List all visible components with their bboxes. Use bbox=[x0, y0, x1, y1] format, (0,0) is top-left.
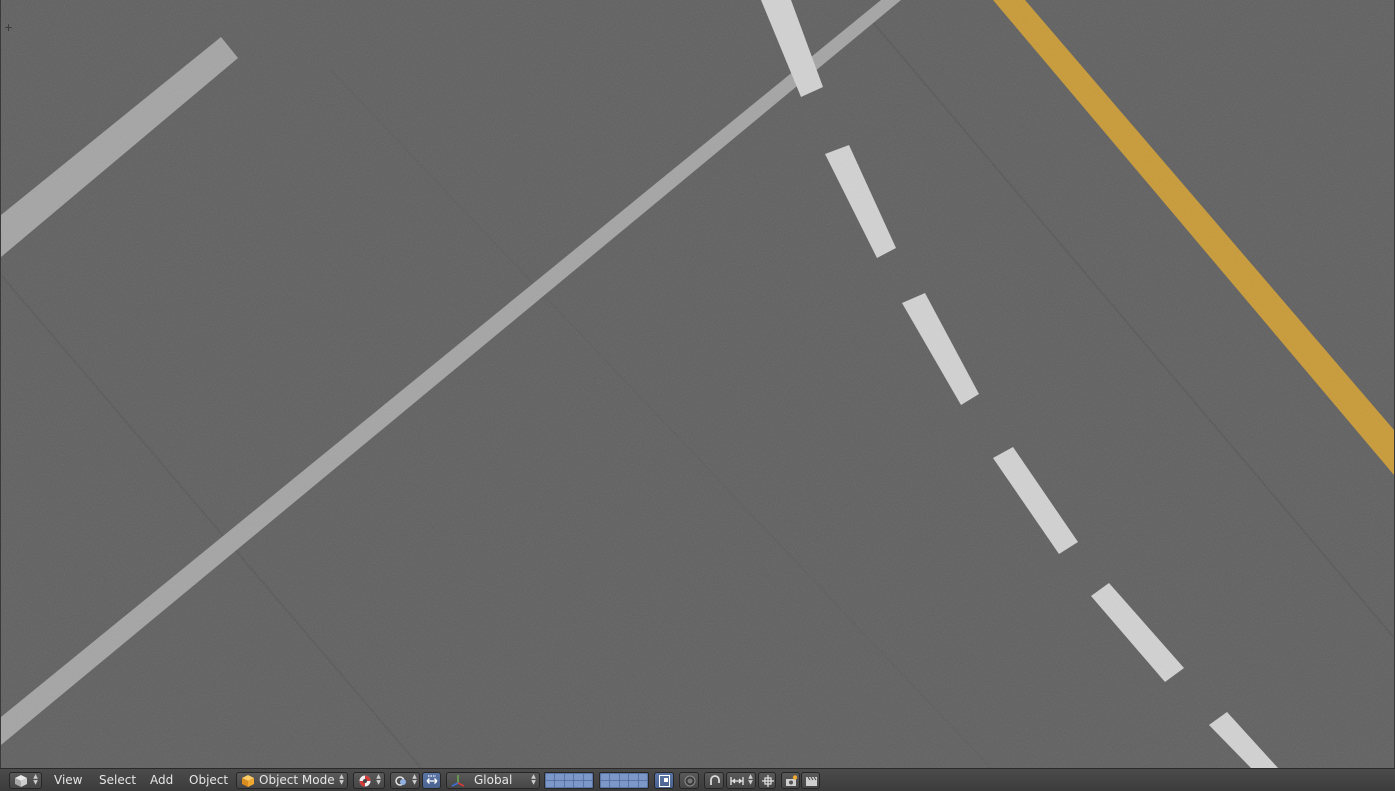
mode-selector[interactable]: Object Mode ▲ ▼ bbox=[236, 772, 348, 789]
updown-arrows-icon: ▲ ▼ bbox=[339, 773, 344, 786]
snap-target-icon bbox=[762, 775, 774, 787]
3d-viewport[interactable]: + bbox=[0, 0, 1395, 768]
mode-label: Object Mode bbox=[259, 773, 335, 787]
pivot-icon bbox=[395, 776, 406, 786]
camera-icon bbox=[786, 775, 798, 786]
viewport-canvas[interactable] bbox=[1, 0, 1395, 768]
magnet-icon bbox=[710, 775, 720, 785]
viewport-shading-selector[interactable]: ▲ ▼ bbox=[353, 772, 385, 789]
updown-arrows-icon: ▲ ▼ bbox=[412, 773, 417, 786]
updown-arrows-icon: ▲ ▼ bbox=[748, 773, 753, 786]
menu-add[interactable]: Add bbox=[150, 772, 173, 789]
circle-icon bbox=[684, 775, 696, 787]
3d-view-header: ▲ ▼ View Select Add Object Object Mode ▲ ▼… bbox=[0, 768, 1395, 791]
snap-toggle[interactable] bbox=[704, 772, 724, 789]
updown-arrows-icon: ▲ ▼ bbox=[33, 773, 38, 786]
lock-camera-layers-toggle[interactable] bbox=[654, 772, 674, 789]
cube-icon bbox=[15, 775, 27, 787]
clapperboard-icon bbox=[806, 776, 817, 786]
pivot-point-selector[interactable]: ▲ ▼ bbox=[390, 772, 420, 789]
snap-element-selector[interactable]: ▲ ▼ bbox=[726, 772, 756, 789]
region-toggle-plus-icon[interactable]: + bbox=[3, 22, 14, 33]
menu-object[interactable]: Object bbox=[189, 772, 228, 789]
lifebuoy-icon bbox=[359, 775, 371, 787]
menu-view[interactable]: View bbox=[54, 772, 82, 789]
transform-orientation-selector[interactable]: Global ▲ ▼ bbox=[446, 772, 540, 789]
editor-type-selector[interactable]: ▲ ▼ bbox=[9, 772, 42, 789]
scene-layers-group-2[interactable] bbox=[599, 772, 649, 789]
render-animation-button[interactable] bbox=[801, 772, 820, 789]
orientation-label: Global bbox=[474, 773, 513, 787]
render-still-button[interactable] bbox=[781, 772, 800, 789]
manipulator-translate-toggle[interactable] bbox=[422, 772, 441, 789]
translate-arrows-icon bbox=[426, 775, 438, 784]
menu-select[interactable]: Select bbox=[99, 772, 136, 789]
snap-target-selector[interactable] bbox=[758, 772, 776, 789]
proportional-edit-toggle[interactable] bbox=[679, 772, 699, 789]
orange-cube-icon bbox=[242, 775, 254, 787]
updown-arrows-icon: ▲ ▼ bbox=[531, 773, 536, 786]
layer-lock-icon bbox=[659, 775, 670, 787]
updown-arrows-icon: ▲ ▼ bbox=[376, 773, 381, 786]
snap-element-icon bbox=[730, 777, 744, 785]
asphalt-grain bbox=[1, 0, 1394, 768]
axis-gizmo-icon bbox=[451, 775, 465, 787]
scene-layers-group-1[interactable] bbox=[544, 772, 594, 789]
